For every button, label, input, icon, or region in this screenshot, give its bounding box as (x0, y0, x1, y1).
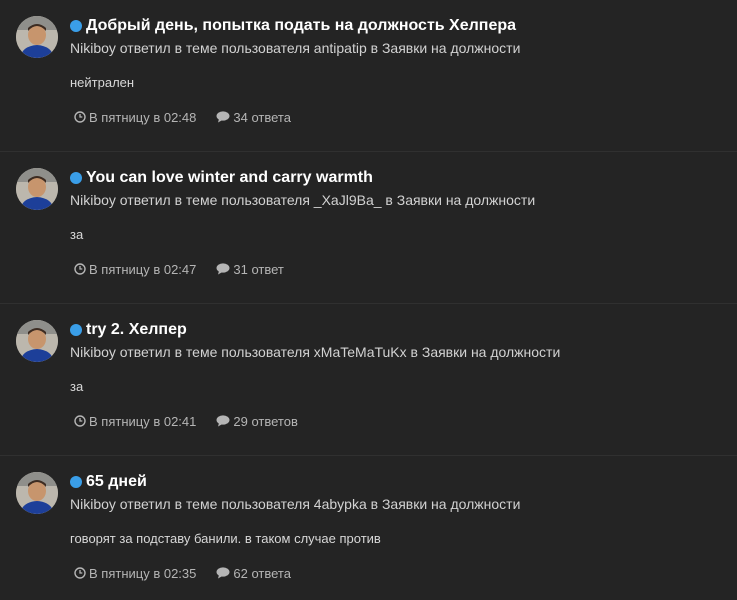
speech-bubble-icon (216, 111, 230, 123)
activity-item: Добрый день, попытка подать на должность… (0, 0, 737, 152)
username-link[interactable]: Nikiboy (70, 40, 116, 56)
reply-count[interactable]: 34 ответа (216, 110, 291, 125)
post-meta: В пятницу в 02:47 31 ответ (70, 260, 727, 278)
avatar[interactable] (16, 472, 58, 514)
username-link[interactable]: Nikiboy (70, 344, 116, 360)
action-text: ответил в теме пользователя (119, 192, 310, 208)
post-meta: В пятницу в 02:48 34 ответа (70, 108, 727, 126)
post-time[interactable]: В пятницу в 02:48 (74, 110, 196, 125)
activity-item: You can love winter and carry warmth Nik… (0, 152, 737, 304)
post-time[interactable]: В пятницу в 02:41 (74, 414, 196, 429)
post-time[interactable]: В пятницу в 02:35 (74, 566, 196, 581)
activity-description: Nikiboy ответил в теме пользователя 4aby… (70, 494, 727, 514)
speech-bubble-icon (216, 415, 230, 427)
thread-author-link[interactable]: antipatip (314, 40, 367, 56)
clock-icon (74, 111, 86, 123)
thread-author-link[interactable]: _XaJl9Ba_ (314, 192, 382, 208)
unread-dot-icon (70, 20, 82, 32)
clock-icon (74, 415, 86, 427)
activity-feed: Добрый день, попытка подать на должность… (0, 0, 737, 600)
avatar[interactable] (16, 16, 58, 58)
reply-count-text: 62 ответа (233, 565, 291, 581)
thread-title[interactable]: You can love winter and carry warmth (86, 169, 373, 187)
forum-link[interactable]: Заявки на должности (422, 344, 560, 360)
reply-count-text: 31 ответ (233, 261, 284, 277)
preposition-text: в (370, 40, 379, 56)
speech-bubble-icon (216, 567, 230, 579)
avatar[interactable] (16, 168, 58, 210)
clock-icon (74, 263, 86, 275)
thread-title[interactable]: try 2. Хелпер (86, 321, 187, 339)
action-text: ответил в теме пользователя (119, 344, 310, 360)
forum-link[interactable]: Заявки на должности (382, 40, 520, 56)
forum-link[interactable]: Заявки на должности (397, 192, 535, 208)
reply-count[interactable]: 31 ответ (216, 261, 284, 277)
unread-dot-icon (70, 172, 82, 184)
activity-item: 65 дней Nikiboy ответил в теме пользоват… (0, 456, 737, 600)
action-text: ответил в теме пользователя (119, 496, 310, 512)
post-snippet: говорят за подставу банили. в таком случ… (70, 531, 381, 546)
thread-author-link[interactable]: 4abypka (314, 496, 367, 512)
preposition-text: в (370, 496, 379, 512)
username-link[interactable]: Nikiboy (70, 496, 116, 512)
post-time[interactable]: В пятницу в 02:47 (74, 262, 196, 277)
post-snippet: нейтрален (70, 75, 135, 90)
reply-count[interactable]: 29 ответов (216, 413, 298, 429)
unread-dot-icon (70, 324, 82, 336)
post-time-text: В пятницу в 02:47 (89, 261, 197, 277)
reply-count-text: 34 ответа (233, 109, 291, 125)
post-time-text: В пятницу в 02:35 (89, 565, 197, 581)
reply-count-text: 29 ответов (233, 413, 298, 429)
unread-dot-icon (70, 476, 82, 488)
reply-count[interactable]: 62 ответа (216, 566, 291, 581)
activity-item: try 2. Хелпер Nikiboy ответил в теме пол… (0, 304, 737, 456)
clock-icon (74, 567, 86, 579)
action-text: ответил в теме пользователя (119, 40, 310, 56)
post-time-text: В пятницу в 02:41 (89, 413, 197, 429)
post-snippet: за (70, 227, 84, 242)
thread-title[interactable]: Добрый день, попытка подать на должность… (86, 17, 516, 35)
avatar[interactable] (16, 320, 58, 362)
username-link[interactable]: Nikiboy (70, 192, 116, 208)
activity-description: Nikiboy ответил в теме пользователя _XaJ… (70, 190, 727, 210)
post-meta: В пятницу в 02:35 62 ответа (70, 564, 727, 582)
preposition-text: в (410, 344, 418, 360)
post-snippet: за (70, 379, 84, 394)
activity-description: Nikiboy ответил в теме пользователя anti… (70, 38, 727, 58)
preposition-text: в (385, 192, 393, 208)
thread-author-link[interactable]: xMaTeMaTuKx (314, 344, 407, 360)
speech-bubble-icon (216, 263, 230, 275)
forum-link[interactable]: Заявки на должности (382, 496, 520, 512)
activity-description: Nikiboy ответил в теме пользователя xMaT… (70, 342, 727, 362)
post-time-text: В пятницу в 02:48 (89, 109, 197, 125)
post-meta: В пятницу в 02:41 29 ответов (70, 412, 727, 430)
thread-title[interactable]: 65 дней (86, 473, 147, 491)
